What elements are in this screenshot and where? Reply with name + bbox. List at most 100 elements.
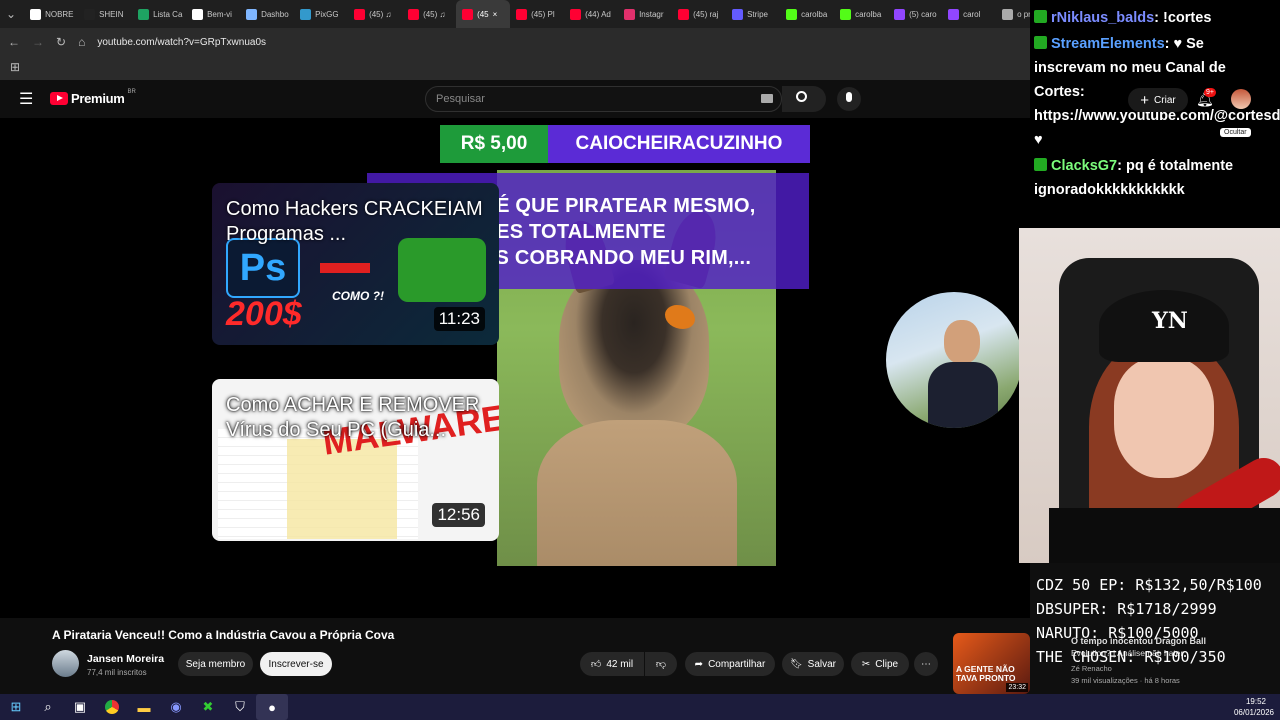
search-input[interactable]: Pesquisar [425, 86, 782, 112]
channel-end-card-avatar[interactable] [886, 292, 1022, 428]
browser-tab[interactable]: NOBRE [24, 0, 78, 28]
tab-favicon-icon [192, 8, 204, 20]
chat-message: rNiklaus_balds: !cortes [1034, 6, 1276, 30]
youtube-logo[interactable]: Premium BR [50, 88, 136, 106]
taskbar: ⊞ ⌕ ▣ ▬ ◉ ✖ ⛉ ● 19:52 06/01/2026 [0, 694, 1280, 720]
search-button[interactable] [782, 86, 826, 112]
dislike-button[interactable]: 👎︎ [645, 652, 677, 676]
xbox-icon[interactable]: ✖ [192, 694, 224, 720]
channel-name[interactable]: Jansen Moreira [87, 653, 164, 665]
menu-icon[interactable]: ☰ [19, 89, 33, 109]
browser-tab[interactable]: Lista Ca [132, 0, 186, 28]
chat-username: StreamElements [1051, 36, 1165, 52]
browser-tab[interactable]: PixGG [294, 0, 348, 28]
tab-favicon-icon [300, 8, 312, 20]
notifications-button[interactable]: 🔔︎ 9+ [1196, 88, 1216, 109]
url-text[interactable]: youtube.com/watch?v=GRpTxwnua0s [97, 37, 266, 48]
goal-4: THE CHOSEN: R$100/350 [1036, 648, 1226, 666]
share-button[interactable]: ➦ Compartilhar [685, 652, 775, 676]
chat-text: : !cortes [1154, 10, 1212, 26]
subscribe-button[interactable]: Inscrever-se [260, 652, 332, 676]
forward-icon[interactable]: → [32, 36, 44, 48]
tab-favicon-icon [138, 8, 150, 20]
browser-tab[interactable]: (45) ♫ [348, 0, 402, 28]
browser-tab[interactable]: SHEIN [78, 0, 132, 28]
end-card-video-1[interactable]: Ps 200$ COMO ?! Como Hackers CRACKEIAM P… [212, 183, 499, 345]
share-icon: ➦ [694, 658, 704, 670]
search-placeholder: Pesquisar [436, 93, 485, 105]
discord-icon[interactable]: ◉ [160, 694, 192, 720]
goal-1: CDZ 50 EP: R$132,50/R$100 [1036, 576, 1262, 594]
voice-search-button[interactable] [837, 87, 861, 111]
streamer-webcam: YN [1019, 228, 1280, 563]
region-label: BR [127, 88, 136, 95]
notification-count: 9+ [1204, 88, 1216, 97]
recommended-video[interactable]: A GENTE NÃO TAVA PRONTO 23:32 [953, 633, 1030, 694]
browser-tab[interactable]: (45 × [456, 0, 511, 28]
obs-icon[interactable]: ● [256, 694, 288, 720]
clock-time[interactable]: 19:52 [1246, 697, 1266, 706]
reload-icon[interactable]: ↻ [56, 36, 66, 48]
clock-date[interactable]: 06/01/2026 [1234, 708, 1274, 717]
thumbs-up-icon: 👍︎ [590, 659, 602, 670]
tab-label: PixGG [315, 9, 339, 19]
like-button[interactable]: 👍︎ 42 mil [580, 652, 644, 676]
channel-avatar[interactable] [52, 650, 79, 677]
account-avatar[interactable] [1231, 89, 1251, 109]
tab-list-icon[interactable]: ⌄ [6, 8, 16, 20]
like-count: 42 mil [606, 658, 634, 670]
browser-tab[interactable]: (45) ♫ [402, 0, 456, 28]
save-button[interactable]: 🔖︎ Salvar [782, 652, 844, 676]
browser-tab[interactable]: carol [942, 0, 996, 28]
back-icon[interactable]: ← [8, 36, 20, 48]
search-taskbar-icon[interactable]: ⌕ [32, 694, 64, 720]
home-icon[interactable]: ⌂ [78, 36, 85, 48]
browser-tab[interactable]: carolba [834, 0, 888, 28]
card1-price: 200$ [226, 295, 302, 333]
person-body [928, 362, 998, 428]
browser-tab[interactable]: (45) Pl [510, 0, 564, 28]
badge-icon [1034, 36, 1047, 49]
browser-tab[interactable]: Stripe [726, 0, 780, 28]
browser-tab[interactable]: Instagr [618, 0, 672, 28]
tab-label: Stripe [747, 9, 768, 19]
browser-tab[interactable]: Dashbo [240, 0, 294, 28]
start-windows-icon[interactable]: ⊞ [0, 694, 32, 720]
hide-bookmarks-label[interactable]: Ocultar [1220, 128, 1251, 137]
clip-button[interactable]: ✂ Clipe [851, 652, 909, 676]
tab-favicon-icon [408, 8, 420, 20]
browser-tab[interactable]: (45) raj [672, 0, 726, 28]
badge-icon [1034, 10, 1047, 23]
video-title: A Pirataria Venceu!! Como a Indústria Ca… [52, 628, 395, 642]
create-button[interactable]: + Criar [1128, 88, 1188, 112]
chat-username: rNiklaus_balds [1051, 10, 1155, 26]
youtube-play-icon [50, 92, 68, 105]
end-card-video-2[interactable]: MALWARE ? Como ACHAR E REMOVER Vírus do … [212, 379, 499, 541]
task-view-icon[interactable]: ▣ [64, 694, 96, 720]
security-shield-icon[interactable]: ⛉ [224, 694, 256, 720]
apps-icon[interactable]: ⊞ [10, 61, 20, 73]
tab-favicon-icon [1002, 8, 1014, 20]
tab-label: carolba [801, 9, 828, 19]
keyboard-icon[interactable] [761, 94, 773, 103]
end-card-1-duration: 11:23 [433, 307, 485, 331]
subscribe-label: Inscrever-se [268, 658, 324, 670]
tab-close-icon[interactable]: × [493, 10, 498, 19]
goal-2: DBSUPER: R$1718/2999 [1036, 600, 1217, 618]
join-button[interactable]: Seja membro [178, 652, 253, 676]
more-actions-button[interactable]: ⋯ [914, 652, 938, 676]
file-explorer-icon[interactable]: ▬ [128, 694, 160, 720]
browser-tab[interactable]: carolba [780, 0, 834, 28]
browser-tab[interactable]: Bem-vi [186, 0, 240, 28]
browser-tab[interactable]: (5) caro [888, 0, 942, 28]
chat-username: ClacksG7 [1051, 158, 1118, 174]
tab-label: SHEIN [99, 9, 124, 19]
video-player[interactable]: R$ 5,00 CAIOCHEIRACUZINHO TEM MAIS É QUE… [0, 118, 1030, 618]
browser-tab[interactable]: (44) Ad [564, 0, 618, 28]
chrome-icon[interactable] [96, 694, 128, 720]
tab-label: (5) caro [909, 9, 937, 19]
tab-favicon-icon [786, 8, 798, 20]
tab-favicon-icon [624, 8, 636, 20]
end-card-2-title: Como ACHAR E REMOVER Vírus do Seu PC (Gu… [226, 394, 480, 441]
rec-meta: 39 mil visualizações · há 8 horas [1071, 676, 1180, 685]
